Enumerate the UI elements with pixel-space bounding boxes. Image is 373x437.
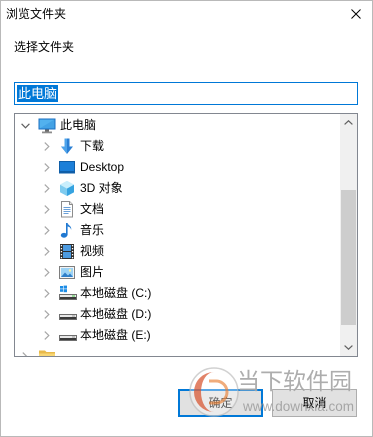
folder-tree[interactable]: 此电脑 下载 Desktop 3D 对象 文档 音乐 视频 图片 本地磁盘 (C… bbox=[14, 113, 358, 357]
tree-item-label: 文档 bbox=[80, 202, 105, 216]
tree-item-drive-e[interactable]: 本地磁盘 (E:) bbox=[15, 325, 339, 346]
chevron-right-icon[interactable] bbox=[44, 142, 50, 151]
system-drive-icon bbox=[59, 285, 77, 302]
title-bar[interactable]: 浏览文件夹 bbox=[0, 0, 373, 29]
tree-item-label: 本地磁盘 (E:) bbox=[80, 328, 151, 342]
scrollbar-thumb[interactable] bbox=[341, 190, 356, 325]
tree-item-documents[interactable]: 文档 bbox=[15, 199, 339, 220]
scroll-up-button[interactable] bbox=[340, 114, 357, 131]
chevron-down-icon[interactable] bbox=[21, 123, 30, 129]
chevron-right-icon[interactable] bbox=[44, 184, 50, 193]
chevron-up-icon bbox=[344, 119, 353, 125]
desktop-icon bbox=[59, 159, 77, 176]
folder-name-selected-text: 此电脑 bbox=[17, 85, 59, 102]
chevron-right-icon[interactable] bbox=[22, 352, 28, 356]
chevron-right-icon[interactable] bbox=[44, 331, 50, 340]
chevron-right-icon[interactable] bbox=[44, 205, 50, 214]
prompt-label: 选择文件夹 bbox=[14, 40, 75, 54]
tree-item-videos[interactable]: 视频 bbox=[15, 241, 339, 262]
close-button[interactable] bbox=[339, 1, 372, 27]
tree-item-label: 视频 bbox=[80, 244, 105, 258]
chevron-right-icon[interactable] bbox=[44, 310, 50, 319]
tree-item-music[interactable]: 音乐 bbox=[15, 220, 339, 241]
tree-item-clipped-folder[interactable] bbox=[15, 346, 339, 356]
tree-item-label: 此电脑 bbox=[60, 118, 97, 132]
tree-item-label: 音乐 bbox=[80, 223, 105, 237]
chevron-right-icon[interactable] bbox=[44, 163, 50, 172]
chevron-right-icon[interactable] bbox=[44, 226, 50, 235]
ok-button[interactable]: 确定 bbox=[178, 389, 263, 417]
tree-item-drive-c[interactable]: 本地磁盘 (C:) bbox=[15, 283, 339, 304]
3d-objects-icon bbox=[59, 180, 77, 197]
pictures-icon bbox=[59, 264, 77, 281]
tree-item-label: 本地磁盘 (C:) bbox=[80, 286, 152, 300]
tree-item-label: 3D 对象 bbox=[80, 181, 123, 195]
tree-item-label: Desktop bbox=[80, 160, 125, 174]
tree-item-drive-d[interactable]: 本地磁盘 (D:) bbox=[15, 304, 339, 325]
tree-item-3d-objects[interactable]: 3D 对象 bbox=[15, 178, 339, 199]
tree-item-desktop[interactable]: Desktop bbox=[15, 157, 339, 178]
documents-icon bbox=[59, 201, 77, 218]
close-icon bbox=[350, 9, 361, 19]
tree-item-label: 下载 bbox=[80, 139, 105, 153]
drive-icon bbox=[59, 327, 77, 344]
music-icon bbox=[59, 222, 77, 239]
chevron-right-icon[interactable] bbox=[44, 247, 50, 256]
vertical-scrollbar[interactable] bbox=[340, 114, 357, 356]
tree-item-this-pc[interactable]: 此电脑 bbox=[15, 115, 339, 136]
chevron-down-icon bbox=[344, 345, 353, 351]
computer-icon bbox=[38, 118, 56, 135]
tree-item-label: 图片 bbox=[80, 265, 105, 279]
drive-icon bbox=[59, 306, 77, 323]
chevron-right-icon[interactable] bbox=[44, 289, 50, 298]
videos-icon bbox=[59, 243, 77, 260]
tree-item-label: 本地磁盘 (D:) bbox=[80, 307, 152, 321]
tree-item-downloads[interactable]: 下载 bbox=[15, 136, 339, 157]
scroll-down-button[interactable] bbox=[340, 339, 357, 356]
tree-item-pictures[interactable]: 图片 bbox=[15, 262, 339, 283]
folder-icon bbox=[38, 348, 56, 356]
window-title: 浏览文件夹 bbox=[6, 7, 67, 21]
chevron-right-icon[interactable] bbox=[44, 268, 50, 277]
cancel-button[interactable]: 取消 bbox=[272, 389, 357, 417]
downloads-icon bbox=[59, 138, 77, 155]
folder-name-field[interactable]: 此电脑 bbox=[14, 82, 358, 105]
